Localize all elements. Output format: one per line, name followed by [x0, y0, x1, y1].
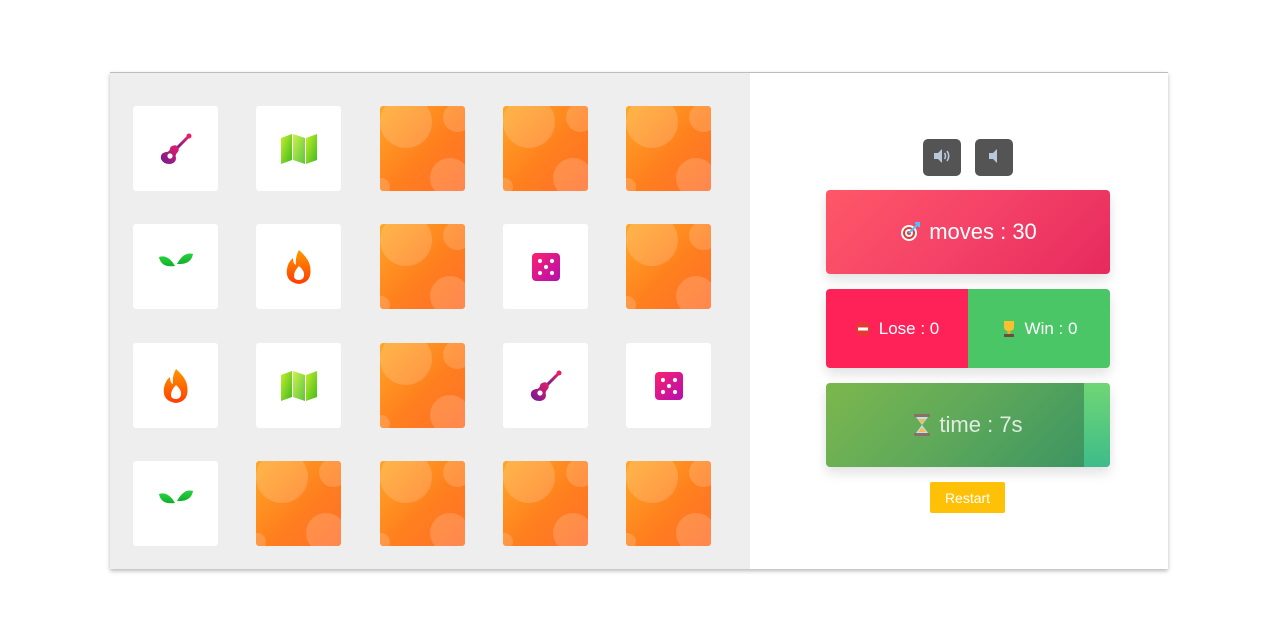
card-face-up[interactable]	[503, 224, 588, 309]
card-back-pattern	[430, 395, 465, 428]
card-back-pattern	[626, 533, 636, 546]
card-back-pattern	[256, 533, 266, 546]
guitar-icon	[528, 368, 564, 404]
card-back-pattern	[566, 461, 588, 487]
win-counter: Win : 0	[968, 289, 1110, 368]
card-back-pattern	[256, 461, 308, 503]
card-face-down[interactable]	[503, 461, 588, 546]
card-back-pattern	[626, 296, 636, 309]
lose-counter: Lose : 0	[826, 289, 968, 368]
card-face-down[interactable]	[626, 461, 711, 546]
card-face-up[interactable]	[503, 343, 588, 428]
card-back-pattern	[503, 106, 555, 148]
card-face-down[interactable]	[626, 224, 711, 309]
card-face-up[interactable]	[133, 106, 218, 191]
card-back-pattern	[553, 158, 588, 191]
map-icon	[280, 370, 318, 402]
card-face-down[interactable]	[380, 224, 465, 309]
card-back-pattern	[319, 461, 341, 487]
card-back-pattern	[626, 178, 636, 191]
time-remaining-bar	[1084, 383, 1110, 467]
timer: time : 7s	[826, 383, 1110, 467]
dice-icon	[654, 371, 684, 401]
card-face-up[interactable]	[256, 106, 341, 191]
hourglass-icon	[913, 414, 931, 436]
card-back-pattern	[626, 461, 678, 503]
card-back-pattern	[380, 533, 390, 546]
card-face-up[interactable]	[626, 343, 711, 428]
card-face-down[interactable]	[380, 461, 465, 546]
card-face-up[interactable]	[133, 224, 218, 309]
card-face-down[interactable]	[380, 106, 465, 191]
card-back-pattern	[443, 224, 465, 250]
card-back-pattern	[689, 224, 711, 250]
target-icon	[899, 221, 921, 243]
map-icon	[280, 133, 318, 165]
moves-counter: moves : 30	[826, 190, 1110, 274]
card-back-pattern	[676, 513, 711, 546]
card-back-pattern	[503, 533, 513, 546]
trophy-icon	[1001, 320, 1017, 338]
card-back-pattern	[689, 461, 711, 487]
card-face-up[interactable]	[256, 224, 341, 309]
card-back-pattern	[380, 343, 432, 385]
restart-button[interactable]: Restart	[930, 482, 1005, 513]
card-back-pattern	[676, 276, 711, 309]
sprout-icon	[158, 487, 194, 521]
card-face-down[interactable]	[256, 461, 341, 546]
card-back-pattern	[443, 343, 465, 369]
no-entry-icon	[855, 321, 871, 337]
time-label: time : 7s	[939, 412, 1023, 437]
card-face-down[interactable]	[503, 106, 588, 191]
control-panel: moves : 30 Lose : 0 Win: 0 time: 7s Re…	[750, 73, 1168, 569]
sound-on-button[interactable]	[923, 139, 961, 176]
game-container: moves : 30 Lose : 0 Win: 0 time: 7s Re…	[110, 72, 1168, 569]
card-back-pattern	[306, 513, 341, 546]
card-back-pattern	[626, 106, 678, 148]
moves-label: moves : 30	[929, 219, 1037, 244]
card-back-pattern	[566, 106, 588, 132]
card-face-up[interactable]	[133, 343, 218, 428]
card-board	[110, 73, 750, 569]
card-back-pattern	[430, 513, 465, 546]
card-back-pattern	[676, 158, 711, 191]
card-face-down[interactable]	[626, 106, 711, 191]
card-back-pattern	[380, 224, 432, 266]
card-back-pattern	[689, 106, 711, 132]
card-back-pattern	[443, 461, 465, 487]
card-back-pattern	[626, 224, 678, 266]
card-face-up[interactable]	[133, 461, 218, 546]
card-back-pattern	[443, 106, 465, 132]
guitar-icon	[158, 131, 194, 167]
card-back-pattern	[503, 178, 513, 191]
card-face-up[interactable]	[256, 343, 341, 428]
dice-icon	[531, 252, 561, 282]
card-back-pattern	[380, 415, 390, 428]
sprout-icon	[158, 250, 194, 284]
sound-off-button[interactable]	[975, 139, 1013, 176]
speaker-off-icon	[986, 148, 1002, 168]
win-label: Win : 0	[1024, 318, 1078, 338]
fire-icon	[161, 368, 191, 404]
card-back-pattern	[380, 461, 432, 503]
card-back-pattern	[430, 276, 465, 309]
fire-icon	[284, 249, 314, 285]
lose-label: Lose : 0	[878, 318, 940, 338]
card-back-pattern	[553, 513, 588, 546]
card-back-pattern	[380, 296, 390, 309]
card-back-pattern	[380, 178, 390, 191]
card-back-pattern	[503, 461, 555, 503]
card-back-pattern	[430, 158, 465, 191]
card-back-pattern	[380, 106, 432, 148]
speaker-on-icon	[932, 148, 952, 168]
card-face-down[interactable]	[380, 343, 465, 428]
score-panel: Lose : 0 Win : 0	[826, 289, 1110, 368]
